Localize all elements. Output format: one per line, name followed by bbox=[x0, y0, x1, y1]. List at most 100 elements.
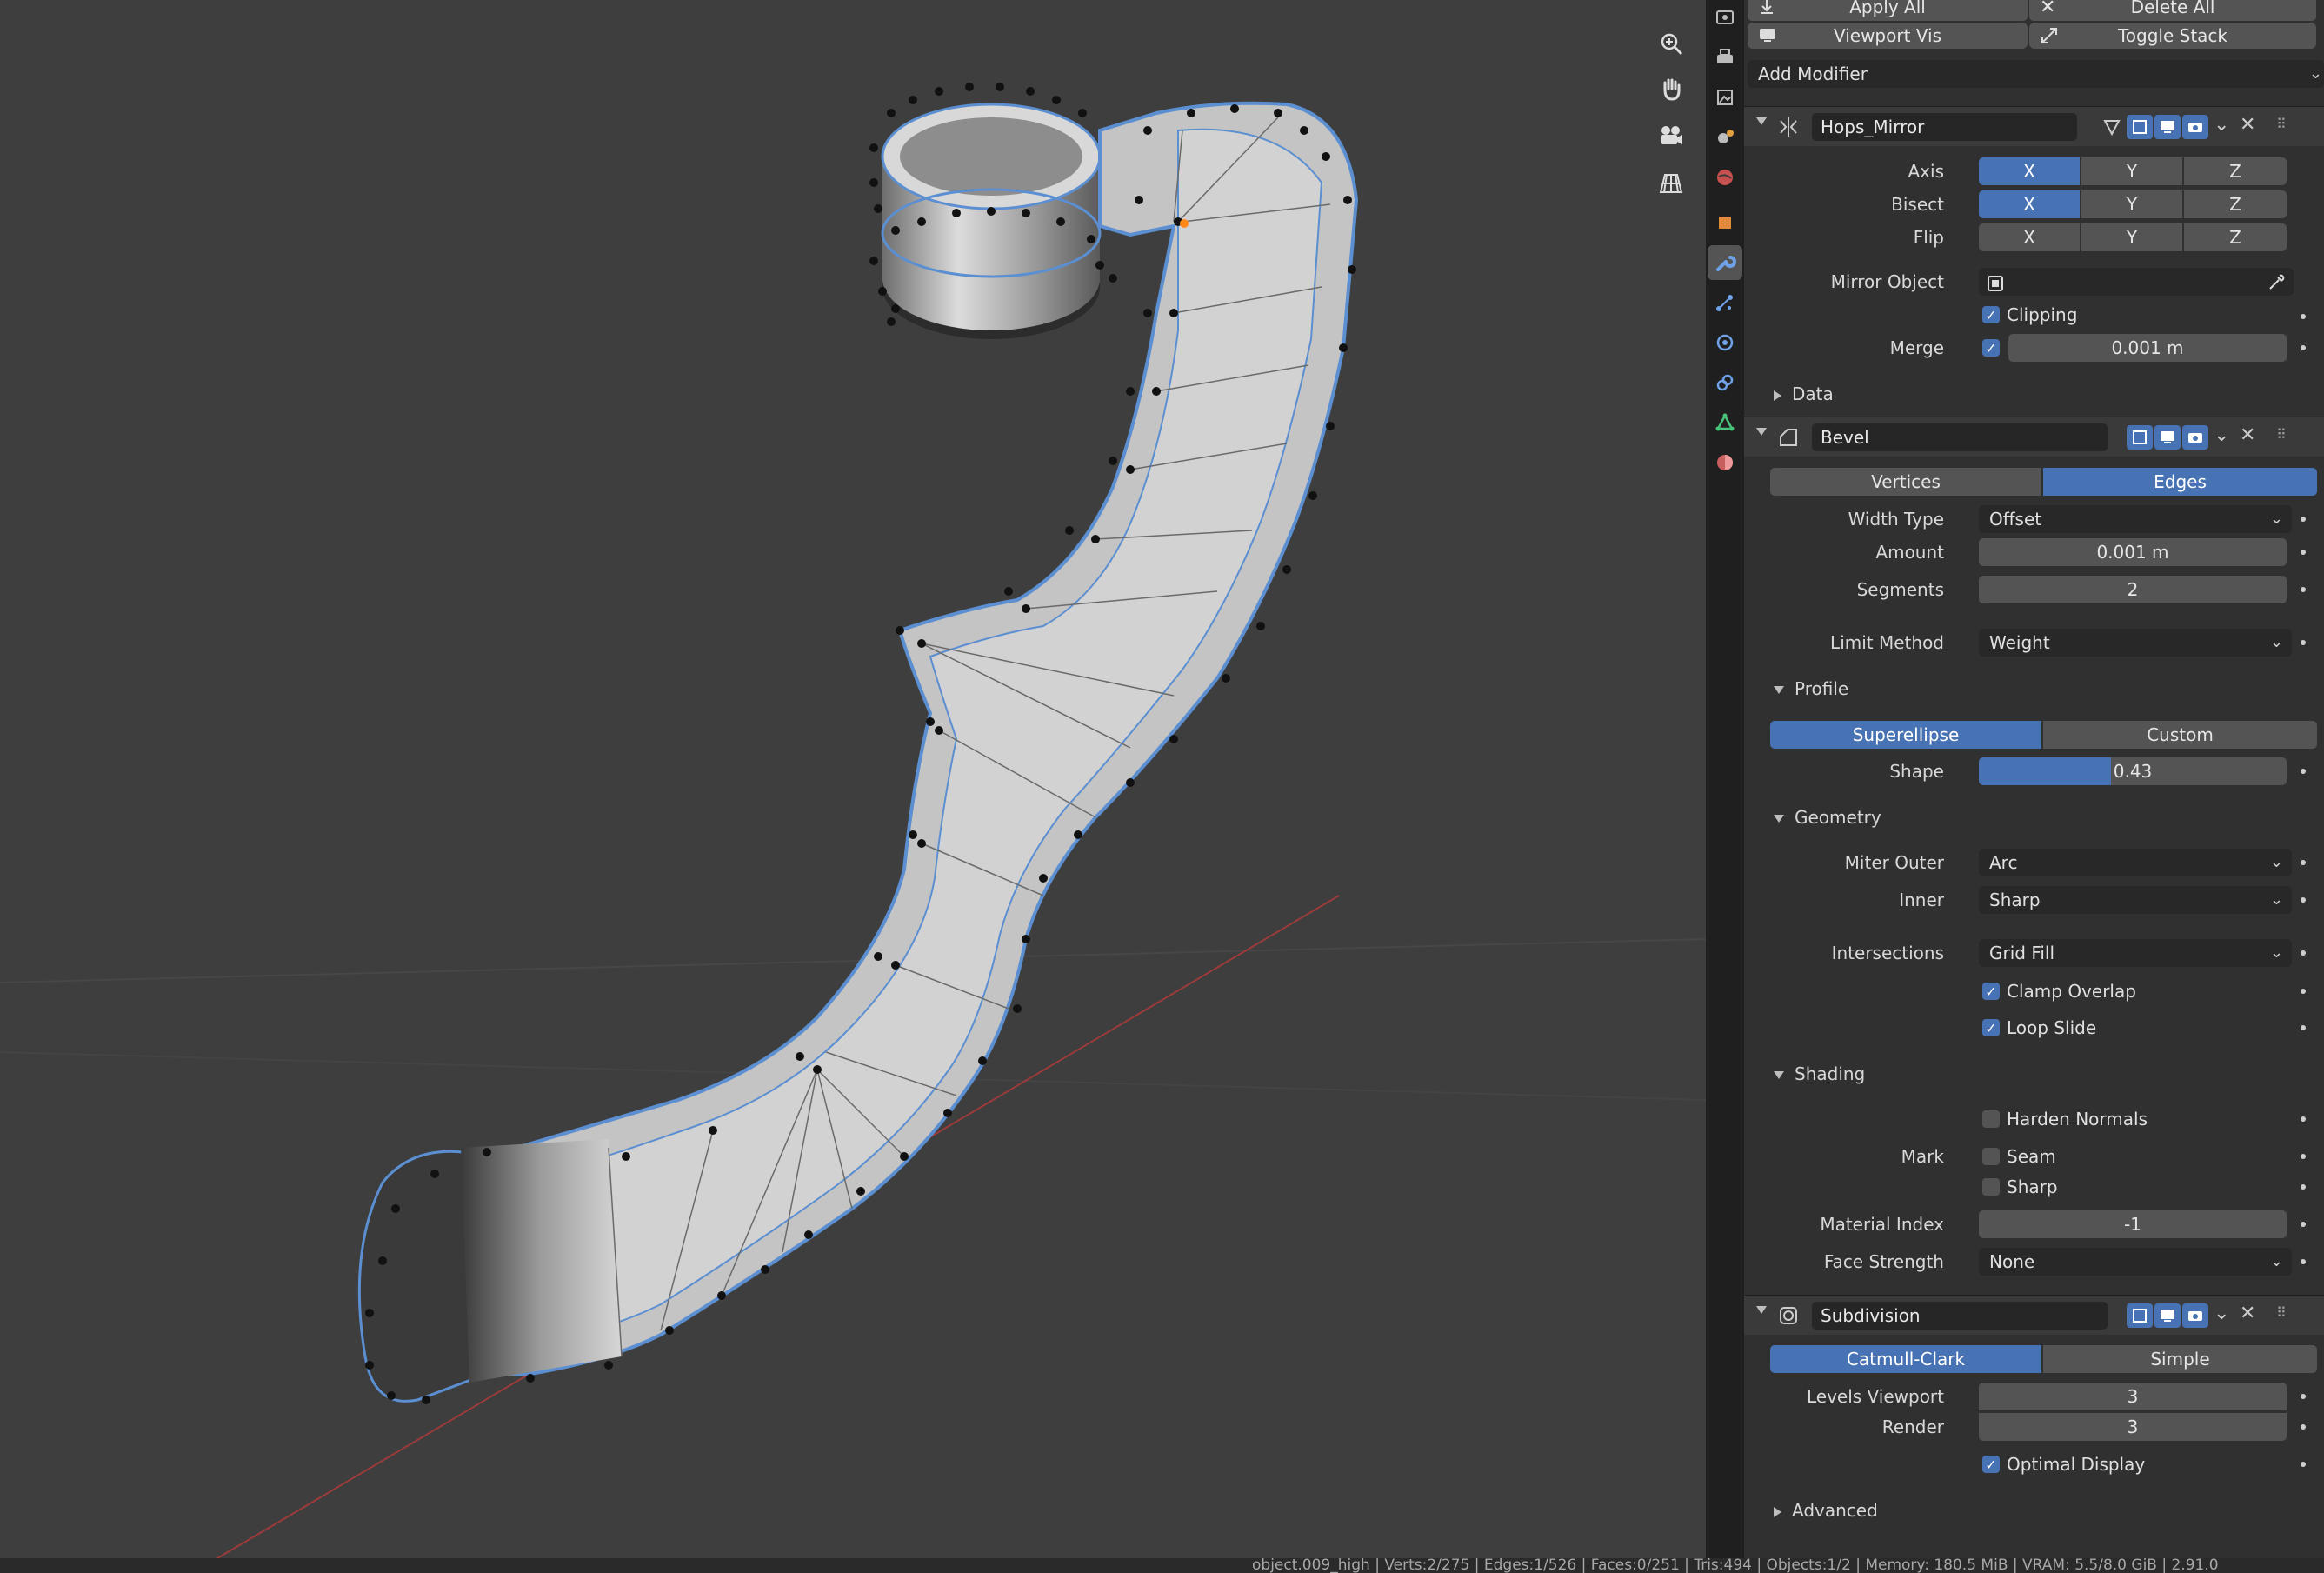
realtime-monitor-icon[interactable] bbox=[2154, 115, 2181, 139]
keyframe-dot[interactable] bbox=[2301, 897, 2306, 903]
geometry-subpanel-header[interactable]: Geometry bbox=[1774, 803, 1881, 831]
render-camera-icon[interactable] bbox=[2182, 1303, 2208, 1328]
zoom-icon[interactable] bbox=[1652, 24, 1690, 63]
modifier-wrench-icon[interactable] bbox=[1708, 245, 1742, 280]
keyframe-dot[interactable] bbox=[2301, 314, 2306, 319]
edit-mode-icon[interactable] bbox=[2127, 1303, 2153, 1328]
toggle-stack-button[interactable]: Toggle Stack bbox=[2029, 23, 2316, 49]
keyframe-dot[interactable] bbox=[2301, 1394, 2306, 1399]
shading-subpanel-header[interactable]: Shading bbox=[1774, 1060, 1865, 1088]
chevron-down-icon[interactable]: ⌄ bbox=[2214, 1303, 2229, 1324]
face-strength-dropdown[interactable]: None ⌄ bbox=[1979, 1248, 2292, 1276]
limit-method-dropdown[interactable]: Weight ⌄ bbox=[1979, 629, 2292, 657]
render-levels-field[interactable]: 3 bbox=[1979, 1413, 2287, 1441]
material-index-field[interactable]: -1 bbox=[1979, 1210, 2287, 1238]
catmull-clark-toggle[interactable]: Catmull-Clark bbox=[1770, 1345, 2041, 1373]
keyframe-dot[interactable] bbox=[2301, 345, 2306, 350]
clipping-checkbox[interactable]: ✓ bbox=[1982, 306, 2000, 323]
scene-tab-icon[interactable] bbox=[1708, 120, 1742, 155]
eyedropper-icon[interactable] bbox=[2267, 271, 2287, 299]
mirror-object-field[interactable] bbox=[1979, 268, 2294, 296]
keyframe-dot[interactable] bbox=[2301, 1424, 2306, 1430]
subdivision-modifier-header[interactable]: Subdivision ⌄ ✕ ⠿ bbox=[1744, 1295, 2324, 1335]
mark-seam-checkbox[interactable] bbox=[1982, 1148, 2000, 1165]
keyframe-dot[interactable] bbox=[2301, 640, 2306, 645]
keyframe-dot[interactable] bbox=[2301, 950, 2306, 956]
world-tab-icon[interactable] bbox=[1708, 160, 1742, 195]
mirror-modifier-header[interactable]: Hops_Mirror ⌄ ✕ ⠿ bbox=[1744, 106, 2324, 146]
keyframe-dot[interactable] bbox=[2301, 1259, 2306, 1264]
keyframe-dot[interactable] bbox=[2301, 587, 2306, 592]
clamp-overlap-checkbox[interactable]: ✓ bbox=[1982, 983, 2000, 1000]
mark-sharp-checkbox[interactable] bbox=[1982, 1178, 2000, 1196]
keyframe-dot[interactable] bbox=[2301, 1222, 2306, 1227]
realtime-monitor-icon[interactable] bbox=[2154, 425, 2181, 450]
collapse-triangle-icon[interactable] bbox=[1756, 428, 1767, 436]
width-type-dropdown[interactable]: Offset ⌄ bbox=[1979, 505, 2292, 533]
bevel-modifier-header[interactable]: Bevel ⌄ ✕ ⠿ bbox=[1744, 417, 2324, 457]
advanced-subpanel-header[interactable]: Advanced bbox=[1774, 1496, 1878, 1524]
view-layer-tab-icon[interactable] bbox=[1708, 80, 1742, 115]
drag-handle-icon[interactable]: ⠿ bbox=[2276, 1304, 2287, 1321]
keyframe-dot[interactable] bbox=[2301, 1154, 2306, 1159]
constraints-tab-icon[interactable] bbox=[1708, 365, 1742, 400]
keyframe-dot[interactable] bbox=[2301, 860, 2306, 865]
realtime-monitor-icon[interactable] bbox=[2154, 1303, 2181, 1328]
keyframe-dot[interactable] bbox=[2301, 1025, 2306, 1030]
keyframe-dot[interactable] bbox=[2301, 769, 2306, 774]
axis-y-toggle[interactable]: Y bbox=[2081, 157, 2182, 185]
keyframe-dot[interactable] bbox=[2301, 1116, 2306, 1122]
3d-viewport[interactable] bbox=[0, 0, 1706, 1558]
material-tab-icon[interactable] bbox=[1708, 445, 1742, 480]
keyframe-dot[interactable] bbox=[2301, 1184, 2306, 1190]
affect-edges-toggle[interactable]: Edges bbox=[2043, 468, 2317, 496]
render-camera-icon[interactable] bbox=[2182, 115, 2208, 139]
render-tab-icon[interactable] bbox=[1708, 0, 1742, 35]
perspective-grid-icon[interactable] bbox=[1652, 163, 1690, 202]
apply-all-button[interactable]: Apply All bbox=[1748, 0, 2028, 21]
amount-field[interactable]: 0.001 m bbox=[1979, 538, 2287, 566]
custom-profile-toggle[interactable]: Custom bbox=[2043, 721, 2317, 749]
intersections-dropdown[interactable]: Grid Fill ⌄ bbox=[1979, 939, 2292, 967]
loop-slide-checkbox[interactable]: ✓ bbox=[1982, 1019, 2000, 1036]
chevron-down-icon[interactable]: ⌄ bbox=[2214, 114, 2229, 136]
viewport-vis-button[interactable]: Viewport Vis bbox=[1748, 23, 2028, 49]
flip-x-toggle[interactable]: X bbox=[1979, 223, 2080, 251]
pan-hand-icon[interactable] bbox=[1652, 70, 1690, 108]
keyframe-dot[interactable] bbox=[2301, 1462, 2306, 1467]
simple-subdivision-toggle[interactable]: Simple bbox=[2043, 1345, 2317, 1373]
output-tab-icon[interactable] bbox=[1708, 40, 1742, 75]
merge-distance-field[interactable]: 0.001 m bbox=[2008, 334, 2287, 362]
flip-y-toggle[interactable]: Y bbox=[2081, 223, 2182, 251]
chevron-down-icon[interactable]: ⌄ bbox=[2214, 424, 2229, 446]
data-subpanel-header[interactable]: Data bbox=[1774, 380, 1834, 408]
axis-x-toggle[interactable]: X bbox=[1979, 157, 2080, 185]
edit-mode-icon[interactable] bbox=[2127, 115, 2153, 139]
segments-field[interactable]: 2 bbox=[1979, 576, 2287, 603]
remove-modifier-icon[interactable]: ✕ bbox=[2240, 114, 2255, 136]
remove-modifier-icon[interactable]: ✕ bbox=[2240, 1303, 2255, 1324]
affect-vertices-toggle[interactable]: Vertices bbox=[1770, 468, 2041, 496]
mirror-name-field[interactable]: Hops_Mirror bbox=[1812, 113, 2077, 141]
bisect-x-toggle[interactable]: X bbox=[1979, 190, 2080, 218]
keyframe-dot[interactable] bbox=[2301, 550, 2306, 555]
bisect-z-toggle[interactable]: Z bbox=[2184, 190, 2287, 218]
camera-icon[interactable] bbox=[1652, 117, 1690, 155]
object-tab-icon[interactable] bbox=[1708, 205, 1742, 240]
subdivision-name-field[interactable]: Subdivision bbox=[1812, 1302, 2108, 1330]
levels-viewport-field[interactable]: 3 bbox=[1979, 1383, 2287, 1410]
drag-handle-icon[interactable]: ⠿ bbox=[2276, 116, 2287, 132]
flip-z-toggle[interactable]: Z bbox=[2184, 223, 2287, 251]
profile-subpanel-header[interactable]: Profile bbox=[1774, 675, 1848, 703]
miter-outer-dropdown[interactable]: Arc ⌄ bbox=[1979, 849, 2292, 876]
keyframe-dot[interactable] bbox=[2301, 517, 2306, 522]
add-modifier-dropdown[interactable]: Add Modifier ⌄ bbox=[1748, 60, 2324, 88]
render-camera-icon[interactable] bbox=[2182, 425, 2208, 450]
axis-z-toggle[interactable]: Z bbox=[2184, 157, 2287, 185]
collapse-triangle-icon[interactable] bbox=[1756, 117, 1767, 125]
remove-modifier-icon[interactable]: ✕ bbox=[2240, 424, 2255, 446]
bevel-name-field[interactable]: Bevel bbox=[1812, 423, 2108, 451]
edit-cage-icon[interactable] bbox=[2099, 115, 2125, 139]
shape-slider[interactable]: 0.43 bbox=[1979, 757, 2287, 785]
edit-mode-icon[interactable] bbox=[2127, 425, 2153, 450]
